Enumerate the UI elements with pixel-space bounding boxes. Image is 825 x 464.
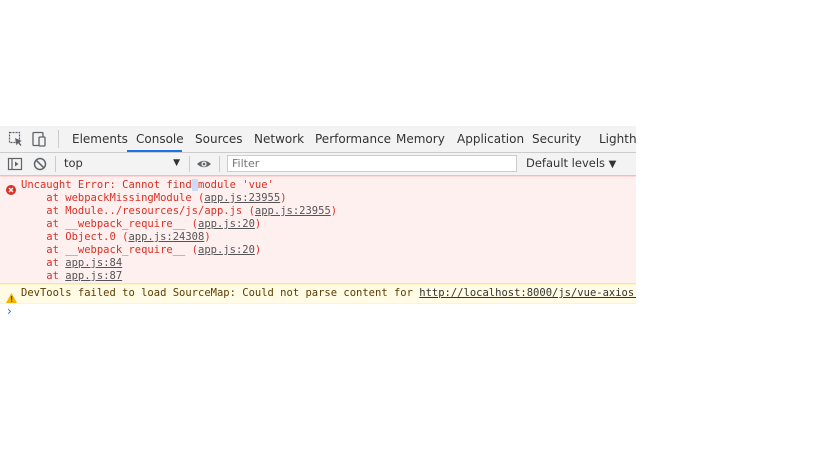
console-warning-message: DevTools failed to load SourceMap: Could… <box>0 284 636 304</box>
console-toolbar: top ▼ Default levels ▼ <box>0 153 636 176</box>
warning-message-text: DevTools failed to load SourceMap: Could… <box>21 287 636 300</box>
devtools-tab-bar: Elements Console Sources Network Perform… <box>0 126 636 153</box>
stack-frame: at __webpack_require__ (app.js:20) <box>21 218 262 230</box>
inspect-element-icon[interactable] <box>8 131 24 147</box>
tab-sources[interactable]: Sources <box>195 126 242 152</box>
live-expression-eye-icon[interactable] <box>196 156 212 172</box>
toolbar-divider <box>219 156 220 172</box>
active-tab-indicator <box>127 150 182 152</box>
source-link[interactable]: app.js:24308 <box>128 231 204 243</box>
context-value: top <box>64 156 83 170</box>
tab-console[interactable]: Console <box>136 126 184 152</box>
show-sidebar-icon[interactable] <box>7 156 23 172</box>
source-link[interactable]: app.js:20 <box>198 244 255 256</box>
source-link[interactable]: app.js:20 <box>198 218 255 230</box>
tab-network[interactable]: Network <box>254 126 304 152</box>
clear-console-icon[interactable] <box>32 156 48 172</box>
context-select[interactable]: top ▼ <box>64 155 184 172</box>
log-levels-dropdown[interactable]: Default levels ▼ <box>526 155 616 172</box>
tab-performance[interactable]: Performance <box>315 126 391 152</box>
tab-memory[interactable]: Memory <box>396 126 445 152</box>
dropdown-arrow-icon: ▼ <box>173 158 180 168</box>
toolbar-divider <box>189 156 190 172</box>
tab-application[interactable]: Application <box>457 126 524 152</box>
stack-frame: at webpackMissingModule (app.js:23955) <box>21 192 287 204</box>
source-link[interactable]: app.js:23955 <box>204 192 280 204</box>
tab-security[interactable]: Security <box>532 126 581 152</box>
tab-elements[interactable]: Elements <box>72 126 128 152</box>
stack-frame: at app.js:87 <box>21 270 123 282</box>
sourcemap-link[interactable]: http://localhost:8000/js/vue-axios.es5.j… <box>419 287 636 299</box>
error-message-text: Uncaught Error: Cannot find module 'vue' <box>21 179 274 191</box>
tab-lighthouse[interactable]: Lightho <box>599 126 636 152</box>
dropdown-arrow-icon: ▼ <box>608 159 617 170</box>
stack-frame: at Module../resources/js/app.js (app.js:… <box>21 205 338 217</box>
source-link[interactable]: app.js:87 <box>65 270 122 282</box>
device-toolbar-icon[interactable] <box>31 131 47 147</box>
devtools-panel: Elements Console Sources Network Perform… <box>0 126 636 326</box>
toolbar-divider <box>55 156 56 172</box>
source-link[interactable]: app.js:23955 <box>255 205 331 217</box>
console-error-message: Uncaught Error: Cannot find module 'vue'… <box>0 176 636 284</box>
source-link[interactable]: app.js:84 <box>65 257 122 269</box>
stack-frame: at Object.0 (app.js:24308) <box>21 231 211 243</box>
filter-input[interactable] <box>227 155 517 172</box>
log-levels-label: Default levels <box>526 156 606 170</box>
console-prompt-chevron-icon[interactable]: › <box>7 304 12 318</box>
error-icon <box>6 180 16 195</box>
toolbar-divider <box>58 130 59 148</box>
warning-icon <box>6 288 17 303</box>
stack-frame: at __webpack_require__ (app.js:20) <box>21 244 262 256</box>
stack-frame: at app.js:84 <box>21 257 123 269</box>
